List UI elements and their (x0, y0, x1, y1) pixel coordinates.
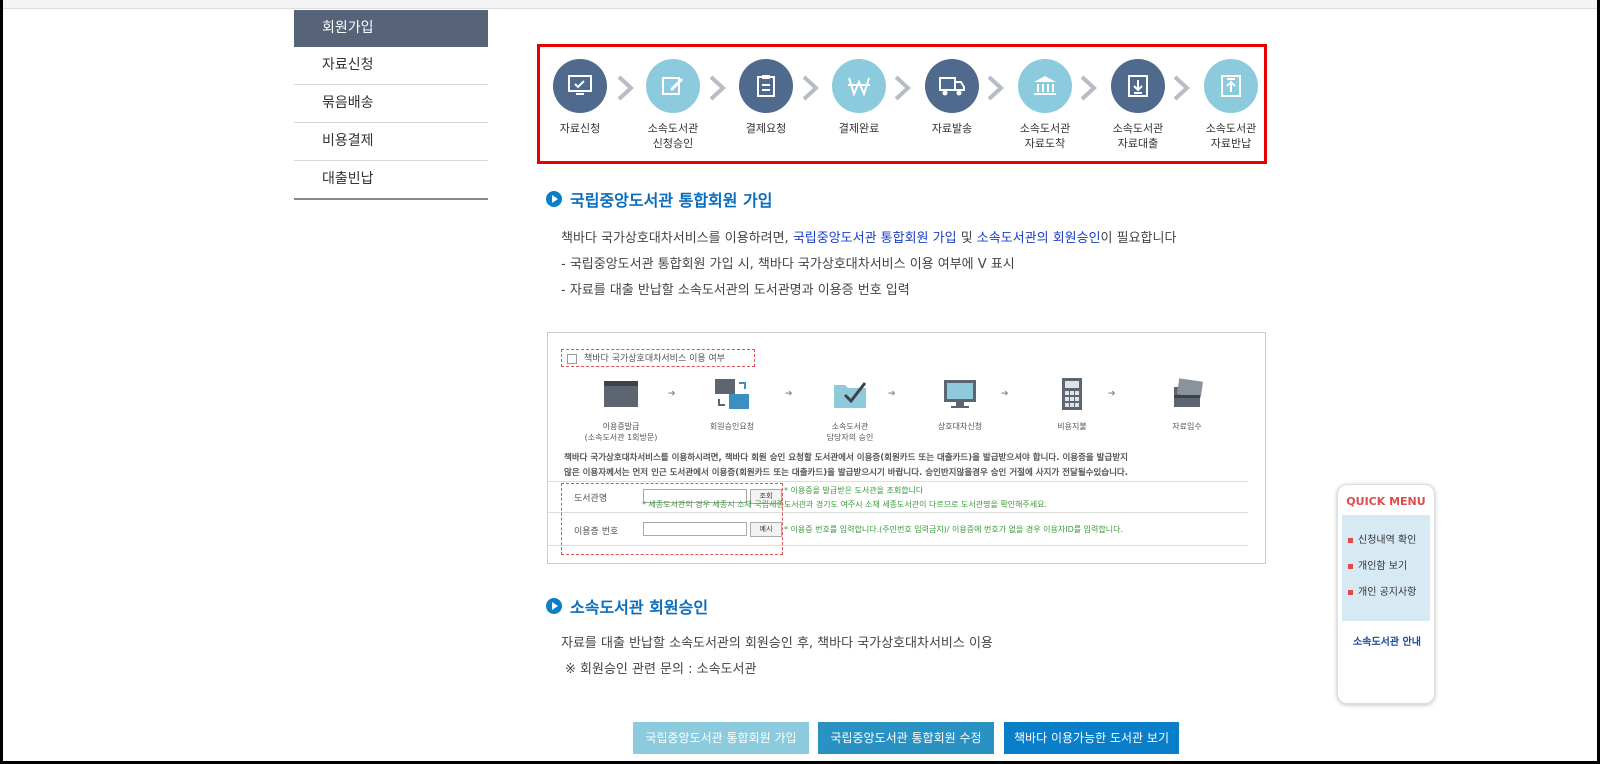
illus-desc-line: 않은 이용자께서는 먼저 인근 도서관에서 이용증(회원카드 또는 대출카드)을… (564, 468, 1128, 478)
arrow-right-icon: ➔ (785, 389, 793, 399)
step-6: 소속도서관 자료도착 (1005, 59, 1085, 151)
illus-step-1: 이용증발급 (소속도서관 1회방문) (566, 377, 676, 443)
folder-check-icon (834, 382, 867, 408)
section-title-text: 국립중앙도서관 통합회원 가입 (570, 191, 773, 210)
monitor-check-icon (553, 59, 607, 113)
illus-desc-line: 책바다 국가상호대차서비스를 이용하시려면, 책바다 회원 승인 요청할 도서관… (564, 453, 1128, 463)
quick-menu-item-mailbox[interactable]: 개인함 보기 (1348, 557, 1407, 572)
sidebar-item-bundle-delivery[interactable]: 묶음배송 (294, 85, 488, 123)
illus-caption: 회원승인요청 (709, 422, 755, 431)
card-icon (1174, 378, 1203, 407)
arrow-right-icon: ➔ (1001, 389, 1009, 399)
join-paragraph-1: 책바다 국가상호대차서비스를 이용하려면, 국립중앙도서관 통합회원 가입 및 … (561, 227, 1176, 246)
truck-icon (925, 59, 979, 113)
download-box-icon (1111, 59, 1165, 113)
illus-form-highlight (561, 483, 783, 555)
text: 및 (956, 231, 977, 246)
step-label: 결제완료 (838, 122, 880, 135)
edit-member-button[interactable]: 국립중앙도서관 통합회원 수정 (818, 722, 994, 754)
arrow-right-icon: ➔ (1108, 389, 1116, 399)
section-title-join: 국립중앙도서관 통합회원 가입 (546, 187, 773, 211)
sidebar: 회원가입 자료신청 묶음배송 비용결제 대출빈납 (294, 10, 488, 200)
quick-menu: QUICK MENU 신청내역 확인 개인함 보기 개인 공지사항 소속도서관 … (1337, 484, 1435, 704)
window-icon (604, 381, 638, 407)
form-note: * 이용증 번호를 입력합니다.(주민번호 입력금지)/ 이용증에 번호가 없을… (784, 525, 1124, 534)
illus-caption: 자료입수 (1172, 422, 1202, 431)
sidebar-item-request[interactable]: 자료신청 (294, 47, 488, 85)
quick-menu-library-guide[interactable]: 소속도서관 안내 (1338, 633, 1436, 648)
illus-description: 책바다 국가상호대차서비스를 이용하시려면, 책바다 회원 승인 요청할 도서관… (564, 451, 1254, 481)
arrow-right-icon: ➔ (668, 389, 676, 399)
step-3: 결제요청 (726, 59, 806, 136)
chevron-right-icon (802, 75, 819, 101)
quick-menu-title: QUICK MENU (1346, 495, 1426, 508)
available-libraries-button[interactable]: 책바다 이용가능한 도서관 보기 (1004, 722, 1179, 754)
play-circle-icon (546, 598, 562, 614)
sidebar-item-payment[interactable]: 비용결제 (294, 123, 488, 161)
upload-box-icon (1204, 59, 1258, 113)
join-paragraph-3: - 자료를 대출 반납할 소속도서관의 도서관명과 이용증 번호 입력 (561, 283, 910, 298)
quick-menu-item-requests[interactable]: 신청내역 확인 (1348, 531, 1416, 546)
monitor-icon (944, 380, 976, 408)
chevron-right-icon (1173, 75, 1190, 101)
link-integrated-join[interactable]: 국립중앙도서관 통합회원 가입 (793, 231, 957, 246)
step-5: 자료발송 (912, 59, 992, 136)
illus-caption: 소속도서관 담당자의 승인 (826, 422, 874, 442)
arrow-right-icon: ➔ (888, 389, 896, 399)
windows-exchange-icon (715, 379, 749, 409)
illus-caption: 비용지불 (1057, 422, 1087, 431)
step-label: 결제요청 (745, 122, 787, 135)
chevron-right-icon (1080, 75, 1097, 101)
quick-menu-item-notices[interactable]: 개인 공지사항 (1348, 583, 1416, 598)
chevron-right-icon (987, 75, 1004, 101)
sidebar-item-loan-return[interactable]: 대출빈납 (294, 161, 488, 200)
join-illustration: 책바다 국가상호대차서비스 이용 여부 이용증발급 (소속도서관 1회방문) ➔… (547, 332, 1266, 564)
chevron-right-icon (709, 75, 726, 101)
step-label: 자료발송 (931, 122, 973, 135)
illus-step-5: 비용지불 (1017, 377, 1127, 432)
illus-step-4: 상호대차신청 (905, 377, 1015, 432)
process-steps: 자료신청 소속도서관 신청승인 결제요청 결제완료 자료발송 소속도서관 자료도… (537, 44, 1267, 164)
text: 이 필요합니다 (1100, 231, 1177, 246)
illus-step-2: 회원승인요청 (677, 377, 787, 432)
clipboard-icon (739, 59, 793, 113)
step-label: 소속도서관 자료도착 (1019, 122, 1071, 150)
form-note: * 이용증을 발급받은 도서관을 조회합니다 (784, 486, 924, 495)
text: 책바다 국가상호대차서비스를 이용하려면, (561, 231, 793, 246)
section-title-approval: 소속도서관 회원승인 (546, 594, 708, 618)
step-4: 결제완료 (819, 59, 899, 136)
link-library-approval[interactable]: 소속도서관의 회원승인 (977, 231, 1101, 246)
edit-icon (646, 59, 700, 113)
illus-caption: 이용증발급 (소속도서관 1회방문) (584, 422, 658, 442)
section-title-text: 소속도서관 회원승인 (570, 598, 709, 617)
illus-caption: 상호대차신청 (937, 422, 983, 431)
chevron-right-icon (617, 75, 634, 101)
step-7: 소속도서관 자료대출 (1098, 59, 1178, 151)
service-checkbox-sample: 책바다 국가상호대차서비스 이용 여부 (561, 349, 755, 367)
sidebar-item-join[interactable]: 회원가입 (294, 10, 488, 47)
join-paragraph-2: - 국립중앙도서관 통합회원 가입 시, 책바다 국가상호대차서비스 이용 여부… (561, 257, 1015, 272)
illus-step-3: 소속도서관 담당자의 승인 (795, 377, 905, 443)
step-2: 소속도서관 신청승인 (633, 59, 713, 151)
won-icon (832, 59, 886, 113)
quick-menu-list: 신청내역 확인 개인함 보기 개인 공지사항 (1342, 515, 1430, 621)
approval-paragraph-2: ※ 회원승인 관련 문의 : 소속도서관 (565, 662, 757, 677)
play-circle-icon (546, 191, 562, 207)
step-8: 소속도서관 자료반납 (1191, 59, 1271, 151)
illus-step-6: 자료입수 (1132, 377, 1242, 432)
step-label: 자료신청 (559, 122, 601, 135)
library-icon (1018, 59, 1072, 113)
step-label: 소속도서관 신청승인 (647, 122, 699, 150)
step-label: 소속도서관 자료반납 (1205, 122, 1257, 150)
join-button[interactable]: 국립중앙도서관 통합회원 가입 (633, 722, 809, 754)
chevron-right-icon (894, 75, 911, 101)
approval-paragraph-1: 자료를 대출 반납할 소속도서관의 회원승인 후, 책바다 국가상호대차서비스 … (561, 636, 993, 651)
calculator-icon (1062, 378, 1082, 410)
step-1: 자료신청 (540, 59, 620, 136)
step-label: 소속도서관 자료대출 (1112, 122, 1164, 150)
